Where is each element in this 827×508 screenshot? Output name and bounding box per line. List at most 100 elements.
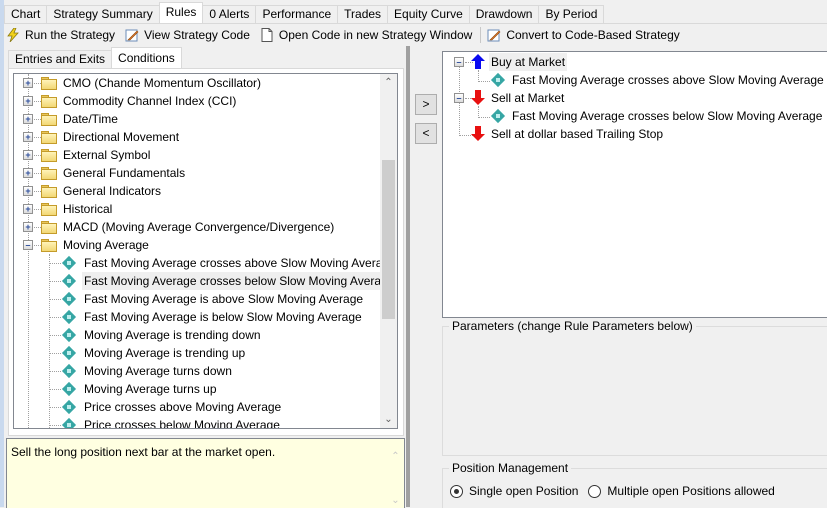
tree-line <box>34 83 41 84</box>
expand-toggle[interactable]: + <box>23 132 33 142</box>
multiple-positions-radio[interactable]: Multiple open Positions allowed <box>588 484 775 498</box>
open-code-new-window-button[interactable]: Open Code in new Strategy Window <box>260 28 472 42</box>
condition-label: Fast Moving Average crosses below Slow M… <box>512 109 823 123</box>
condition-label: Moving Average is trending up <box>84 346 246 360</box>
scroll-thumb[interactable] <box>382 160 395 319</box>
edit-icon <box>125 28 139 42</box>
tree-folder-item[interactable]: + Historical <box>14 200 380 218</box>
expand-toggle[interactable]: + <box>23 114 33 124</box>
tab-trades[interactable]: Trades <box>337 5 389 23</box>
condition-item[interactable]: Moving Average is trending down <box>14 326 380 344</box>
tree-line <box>34 173 41 174</box>
parameters-group: Parameters (change Rule Parameters below… <box>442 319 827 456</box>
tree-folder-item[interactable]: + Date/Time <box>14 110 380 128</box>
condition-label: Moving Average is trending down <box>84 328 261 342</box>
condition-item[interactable]: Fast Moving Average crosses below Slow M… <box>14 272 397 290</box>
collapse-toggle[interactable]: – <box>23 240 33 250</box>
tree-folder-item[interactable]: + General Indicators <box>14 182 380 200</box>
tab-by-period[interactable]: By Period <box>538 5 605 23</box>
condition-item[interactable]: Fast Moving Average crosses above Slow M… <box>14 254 396 272</box>
tree-folder-item[interactable]: + Directional Movement <box>14 128 380 146</box>
tree-line <box>49 389 61 390</box>
tree-folder-item[interactable]: + General Fundamentals <box>14 164 380 182</box>
tree-line <box>34 227 41 228</box>
tab-rules[interactable]: Rules <box>158 2 204 23</box>
run-strategy-button[interactable]: Run the Strategy <box>6 27 115 43</box>
tree-folder-item[interactable]: + MACD (Moving Average Convergence/Diverg… <box>14 218 380 236</box>
panel-splitter[interactable] <box>406 46 410 507</box>
tab-entries-and-exits[interactable]: Entries and Exits <box>8 50 113 68</box>
condition-icon <box>61 363 77 379</box>
tree-line <box>34 209 41 210</box>
condition-icon <box>61 327 77 343</box>
condition-label: Fast Moving Average crosses above Slow M… <box>84 256 396 270</box>
rule-description-box[interactable]: Sell the long position next bar at the m… <box>6 438 405 508</box>
tab-strategy-summary[interactable]: Strategy Summary <box>46 5 160 23</box>
condition-item[interactable]: Moving Average is trending up <box>14 344 380 362</box>
folder-icon <box>41 239 57 252</box>
tree-line <box>34 245 41 246</box>
expand-toggle[interactable]: + <box>23 204 33 214</box>
rule-condition[interactable]: Fast Moving Average crosses above Slow M… <box>443 71 824 89</box>
strategy-rules-tree[interactable]: – Buy at Market Fast Moving Average cros… <box>442 51 827 318</box>
tree-line <box>34 119 41 120</box>
scroll-down-button[interactable]: ⌄ <box>387 495 404 506</box>
scroll-up-button[interactable]: ⌃ <box>387 451 404 462</box>
expand-toggle[interactable]: + <box>23 222 33 232</box>
position-management-group: Position Management Single open Position… <box>442 461 827 508</box>
remove-condition-button[interactable]: < <box>415 123 437 144</box>
tree-line <box>49 299 61 300</box>
expand-toggle[interactable]: + <box>23 78 33 88</box>
condition-item[interactable]: Moving Average turns up <box>14 380 380 398</box>
view-strategy-code-button[interactable]: View Strategy Code <box>125 28 250 42</box>
description-scrollbar[interactable]: ⌃ ⌄ <box>387 439 404 508</box>
expand-toggle[interactable]: + <box>23 168 33 178</box>
conditions-scrollbar[interactable]: ⌃ ⌄ <box>380 74 397 428</box>
condition-label: Price crosses above Moving Average <box>84 400 282 414</box>
add-condition-button[interactable]: > <box>415 94 437 115</box>
expand-toggle[interactable]: + <box>23 186 33 196</box>
rule-sell-at-market[interactable]: – Sell at Market <box>443 89 823 107</box>
collapse-toggle[interactable]: – <box>454 93 464 103</box>
condition-label: Fast Moving Average is below Slow Moving… <box>84 310 362 324</box>
tab-drawdown[interactable]: Drawdown <box>468 5 540 23</box>
tree-folder-item[interactable]: – Moving Average <box>14 236 380 254</box>
tab-performance[interactable]: Performance <box>255 5 339 23</box>
folder-label: Historical <box>63 202 113 216</box>
rules-toolbar: Run the Strategy View Strategy Code Open… <box>6 26 690 44</box>
radio-indicator[interactable] <box>450 484 463 498</box>
tree-folder-item[interactable]: + CMO (Chande Momentum Oscillator) <box>14 74 380 92</box>
single-position-radio[interactable]: Single open Position <box>450 484 578 498</box>
radio-indicator[interactable] <box>588 484 602 498</box>
convert-label: Convert to Code-Based Strategy <box>506 28 680 42</box>
rule-condition[interactable]: Fast Moving Average crosses below Slow M… <box>443 107 823 125</box>
tree-folder-item[interactable]: + Commodity Channel Index (CCI) <box>14 92 380 110</box>
tab-conditions[interactable]: Conditions <box>111 47 182 68</box>
rule-label: Sell at dollar based Trailing Stop <box>491 127 664 141</box>
folder-icon <box>41 167 57 180</box>
tab-chart[interactable]: Chart <box>4 5 48 23</box>
scroll-down-button[interactable]: ⌄ <box>380 411 397 428</box>
condition-icon <box>61 345 77 361</box>
tab-equity-curve[interactable]: Equity Curve <box>387 5 470 23</box>
tree-folder-item[interactable]: + External Symbol <box>14 146 380 164</box>
condition-item[interactable]: Fast Moving Average is below Slow Moving… <box>14 308 380 326</box>
rule-description-text: Sell the long position next bar at the m… <box>11 445 276 459</box>
condition-label: Moving Average turns up <box>84 382 217 396</box>
conditions-tree[interactable]: + CMO (Chande Momentum Oscillator) + Commod… <box>13 73 398 429</box>
convert-to-code-button[interactable]: Convert to Code-Based Strategy <box>487 28 680 42</box>
folder-label: General Fundamentals <box>63 166 186 180</box>
collapse-toggle[interactable]: – <box>454 57 464 67</box>
folder-label: Commodity Channel Index (CCI) <box>63 94 237 108</box>
condition-item[interactable]: Fast Moving Average is above Slow Moving… <box>14 290 380 308</box>
condition-item[interactable]: Price crosses below Moving Average <box>14 416 380 428</box>
condition-item[interactable]: Moving Average turns down <box>14 362 380 380</box>
expand-toggle[interactable]: + <box>23 96 33 106</box>
scroll-up-button[interactable]: ⌃ <box>380 74 397 91</box>
rule-buy-at-market[interactable]: – Buy at Market <box>443 53 823 71</box>
condition-item[interactable]: Price crosses above Moving Average <box>14 398 380 416</box>
condition-label: Fast Moving Average crosses below Slow M… <box>82 272 397 290</box>
rule-sell-trailing-stop[interactable]: Sell at dollar based Trailing Stop <box>443 125 823 143</box>
tab-alerts[interactable]: 0 Alerts <box>202 5 257 23</box>
expand-toggle[interactable]: + <box>23 150 33 160</box>
